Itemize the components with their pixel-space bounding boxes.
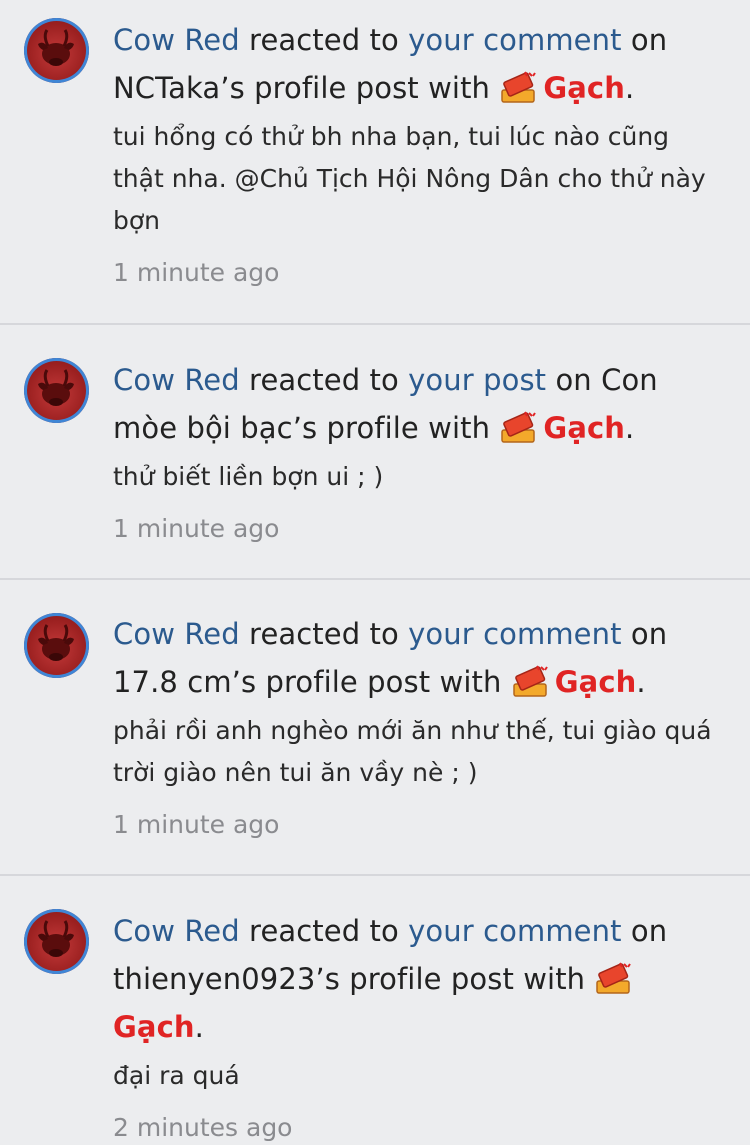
reaction-name: Gạch [543, 411, 626, 445]
bull-avatar-icon [38, 920, 74, 957]
reaction-name: Gạch [543, 71, 625, 105]
target-link[interactable]: your post [408, 363, 546, 397]
brick-icon [511, 664, 551, 700]
notification-headline: Cow Red reacted to your comment on thien… [113, 907, 720, 1051]
target-link[interactable]: your comment [408, 23, 621, 57]
notification-item[interactable]: Cow Red reacted to your comment on 17.8 … [0, 578, 750, 874]
reaction-name: Gạch [113, 1010, 195, 1044]
comment-snippet: thử biết liền bợn ui ; ) [113, 462, 384, 491]
comment-snippet: đại ra quá [113, 1061, 240, 1090]
user-link[interactable]: Cow Red [113, 363, 240, 397]
bull-avatar-icon [38, 29, 74, 66]
notification-content: Cow Red reacted to your comment on NCTak… [113, 16, 720, 290]
brick-icon [499, 410, 539, 446]
notification-headline: Cow Red reacted to your comment on NCTak… [113, 16, 720, 112]
notification-item[interactable]: Cow Red reacted to your post on Con mòe … [0, 323, 750, 578]
period: . [624, 71, 635, 105]
reaction-name: Gạch [554, 665, 637, 699]
notification-list: Cow Red reacted to your comment on NCTak… [0, 0, 750, 1144]
notification-item[interactable]: Cow Red reacted to your comment on thien… [0, 874, 750, 1144]
avatar[interactable] [24, 909, 89, 974]
action-text: reacted to [239, 363, 409, 397]
timestamp: 2 minutes ago [113, 1113, 293, 1142]
period: . [625, 411, 635, 445]
target-link[interactable]: your comment [408, 617, 621, 651]
action-text: reacted to [239, 617, 409, 651]
notification-headline: Cow Red reacted to your comment on 17.8 … [113, 610, 720, 706]
avatar[interactable] [24, 613, 89, 678]
target-link[interactable]: your comment [408, 914, 621, 948]
user-link[interactable]: Cow Red [113, 23, 240, 57]
notification-content: Cow Red reacted to your comment on 17.8 … [113, 610, 720, 842]
timestamp: 1 minute ago [113, 258, 280, 287]
timestamp: 1 minute ago [113, 514, 280, 543]
comment-snippet: tui hổng có thử bh nha bạn, tui lúc nào … [113, 122, 706, 235]
period: . [636, 665, 646, 699]
notification-content: Cow Red reacted to your comment on thien… [113, 907, 720, 1145]
notification-item[interactable]: Cow Red reacted to your comment on NCTak… [0, 0, 750, 323]
bull-avatar-icon [38, 624, 74, 661]
bull-avatar-icon [38, 369, 74, 406]
user-link[interactable]: Cow Red [113, 914, 240, 948]
comment-snippet: phải rồi anh nghèo mới ăn như thế, tui g… [113, 716, 712, 787]
action-text: reacted to [239, 914, 409, 948]
brick-icon [594, 961, 634, 997]
notification-headline: Cow Red reacted to your post on Con mòe … [113, 356, 720, 452]
timestamp: 1 minute ago [113, 810, 280, 839]
brick-icon [499, 70, 539, 106]
action-text: reacted to [239, 23, 409, 57]
notification-content: Cow Red reacted to your post on Con mòe … [113, 356, 720, 546]
avatar[interactable] [24, 18, 89, 83]
period: . [194, 1010, 204, 1044]
user-link[interactable]: Cow Red [113, 617, 240, 651]
avatar[interactable] [24, 358, 89, 423]
